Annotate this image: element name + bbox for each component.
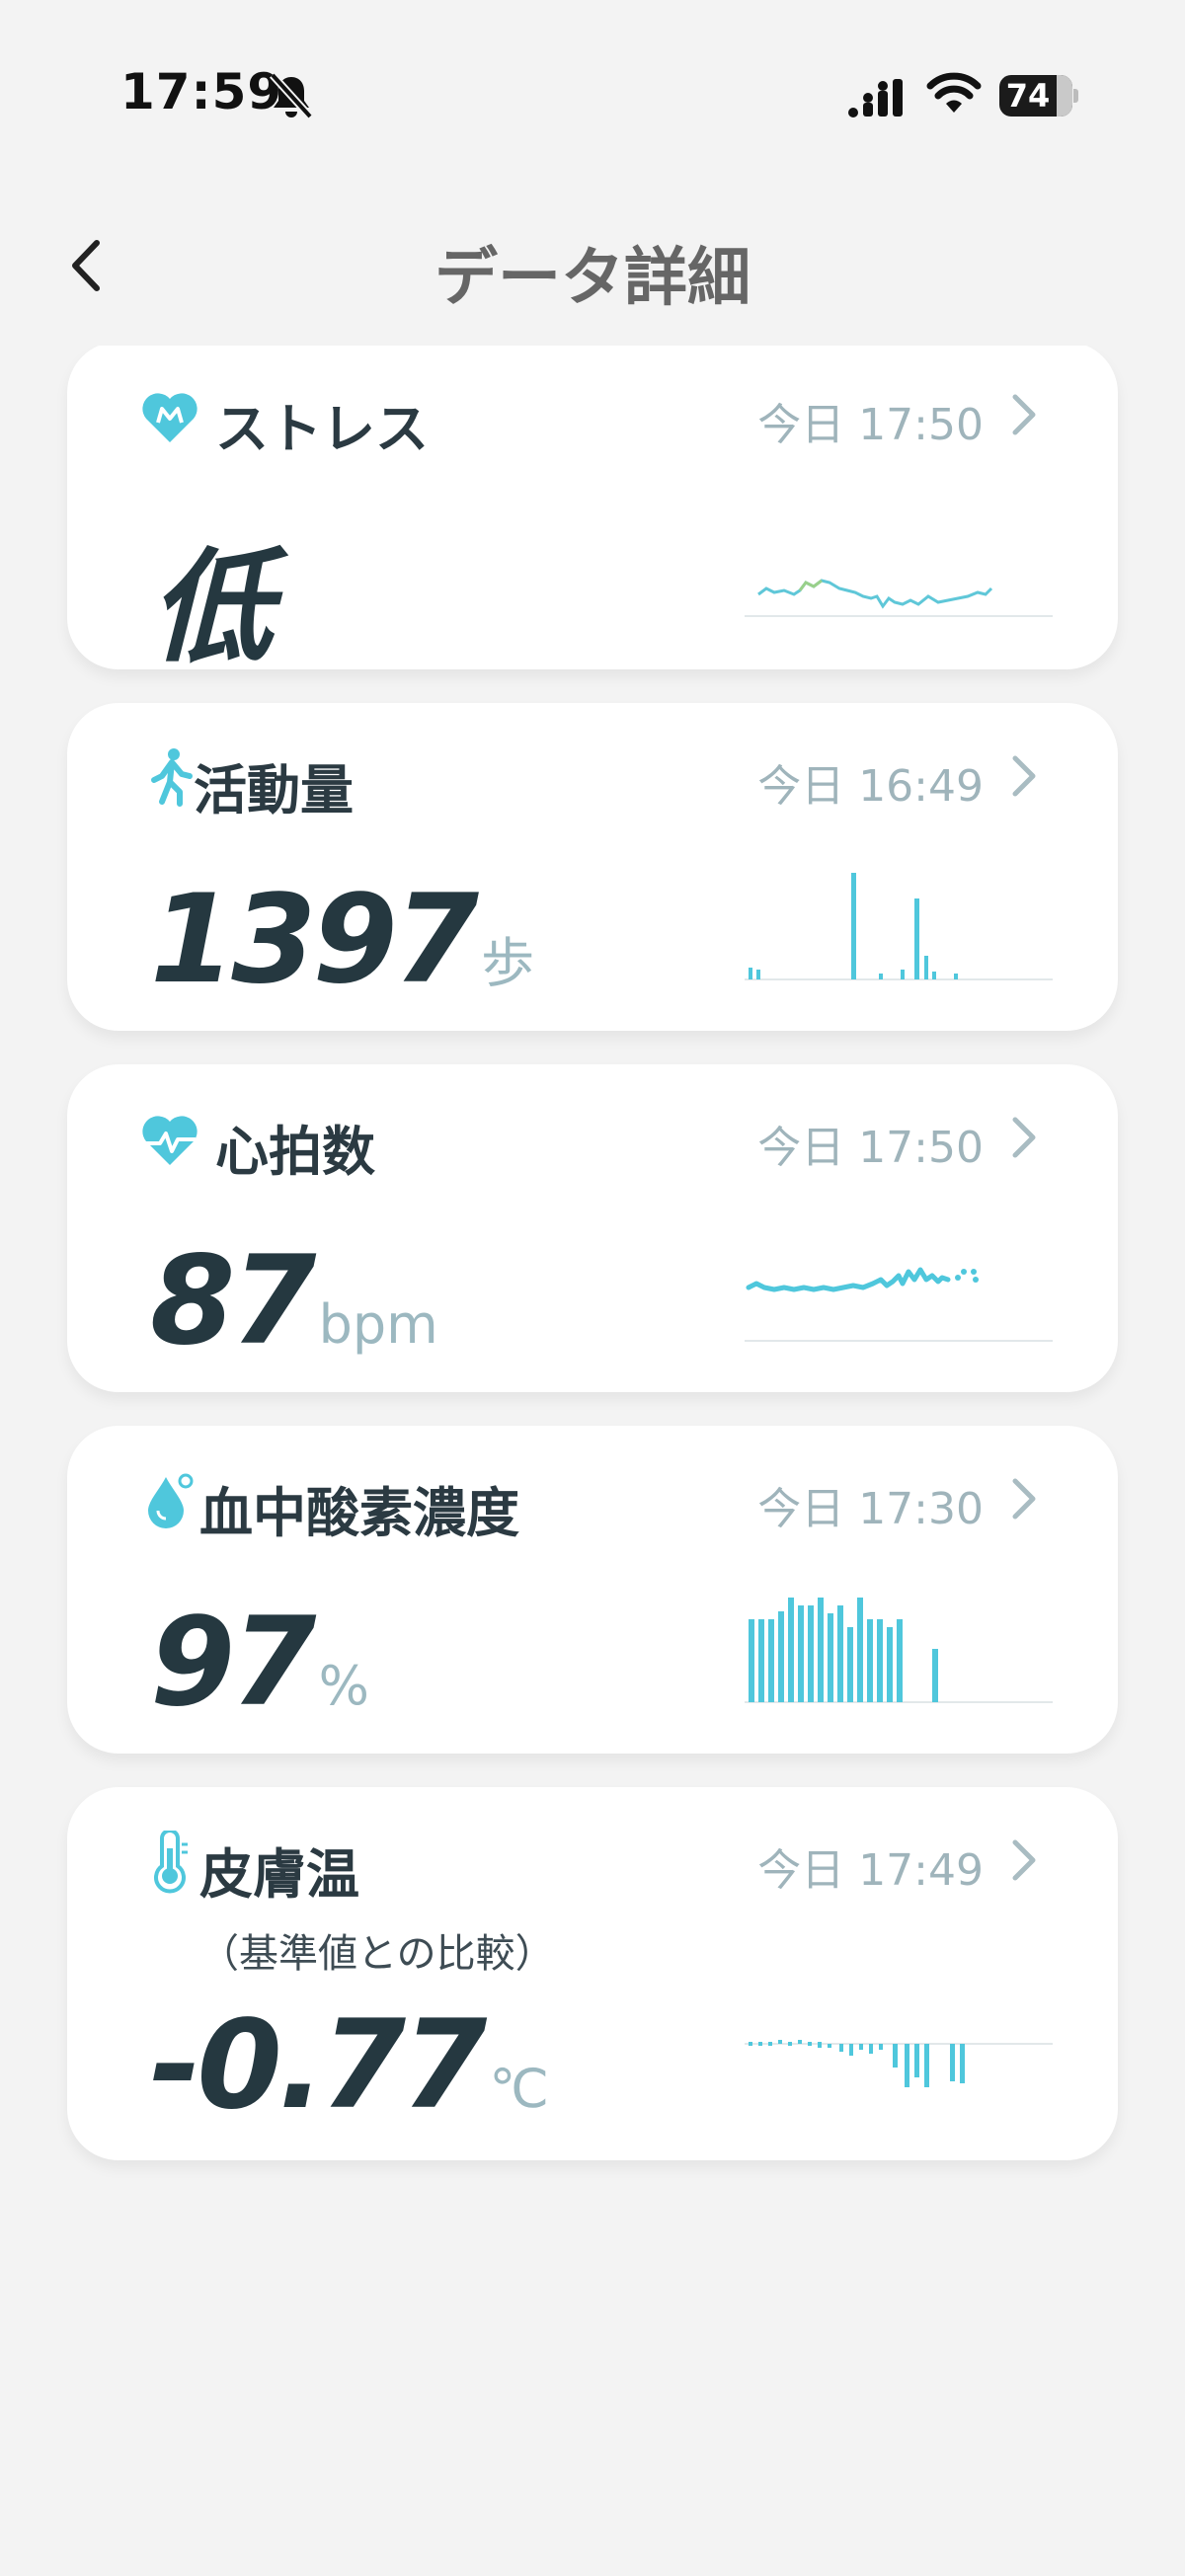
bell-muted-icon: [270, 72, 313, 119]
walking-icon: [151, 748, 193, 807]
drop-icon: [148, 1473, 194, 1528]
chevron-right-icon: [1012, 1478, 1036, 1520]
status-bar: 17:59 74: [0, 0, 1185, 197]
card-timestamp: 今日 17:50: [757, 1123, 984, 1173]
skin-temperature-value: -0.77 ℃: [150, 1994, 549, 2137]
signal-icon: [848, 79, 903, 117]
steps-number: 1397: [150, 869, 479, 1011]
nav-bar: データ詳細: [0, 197, 1185, 346]
card-title: ストレス: [215, 398, 429, 460]
steps-unit: 歩: [481, 932, 535, 994]
card-timestamp: 今日 16:49: [757, 761, 984, 812]
stress-mini-chart: [745, 579, 1053, 617]
heart-rate-card[interactable]: 心拍数 今日 17:50 87 bpm: [67, 1064, 1118, 1392]
heart-rate-unit: bpm: [318, 1293, 438, 1356]
card-subtitle: （基準値との比較）: [199, 1931, 555, 1977]
heart-rate-number: 87: [150, 1230, 317, 1372]
card-timestamp: 今日 17:49: [757, 1845, 984, 1896]
chevron-right-icon: [1012, 1117, 1036, 1158]
skin-temperature-mini-chart: [745, 2040, 1053, 2087]
spo2-mini-chart: [745, 1598, 1053, 1703]
stress-value: 低: [150, 537, 273, 679]
scroll-area[interactable]: z z 睡眠 今日 6時間19分 ストレス: [0, 346, 1185, 2576]
card-timestamp: 今日 17:50: [757, 400, 984, 450]
heart-rate-value: 87 bpm: [150, 1230, 438, 1372]
spo2-value: 97%: [150, 1592, 369, 1734]
page-title: データ詳細: [434, 242, 750, 315]
battery-indicator: 74: [999, 75, 1078, 117]
card-title: 血中酸素濃度: [199, 1482, 519, 1544]
thermometer-icon: [154, 1831, 188, 1894]
skin-temperature-unit: ℃: [489, 2058, 550, 2120]
activity-value: 1397 歩: [150, 869, 534, 1011]
chevron-right-icon: [1012, 755, 1036, 797]
stress-card[interactable]: ストレス 今日 17:50 低: [67, 346, 1118, 679]
battery-level: 74: [1005, 77, 1051, 115]
heartbeat-icon: [142, 1116, 198, 1165]
card-title: 皮膚温: [199, 1843, 359, 1906]
status-time: 17:59: [120, 63, 283, 120]
skin-temperature-number: -0.77: [150, 1994, 487, 2137]
heart-stress-icon: [142, 393, 198, 442]
card-title: 活動量: [194, 759, 354, 821]
chevron-right-icon: [1012, 1839, 1036, 1881]
chevron-right-icon: [1012, 394, 1036, 435]
activity-mini-chart: [745, 873, 1053, 980]
wifi-icon: [926, 72, 982, 113]
activity-card[interactable]: 活動量 今日 16:49 1397 歩: [67, 703, 1118, 1031]
skin-temperature-card[interactable]: 皮膚温 （基準値との比較） 今日 17:49 -0.77 ℃: [67, 1787, 1118, 2160]
spo2-unit: %: [318, 1655, 369, 1717]
spo2-number: 97: [150, 1592, 317, 1734]
card-title: 心拍数: [215, 1121, 375, 1183]
spo2-card[interactable]: 血中酸素濃度 今日 17:30 97%: [67, 1426, 1118, 1754]
card-timestamp: 今日 17:30: [757, 1484, 984, 1534]
heart-rate-mini-chart: [745, 1267, 1053, 1342]
